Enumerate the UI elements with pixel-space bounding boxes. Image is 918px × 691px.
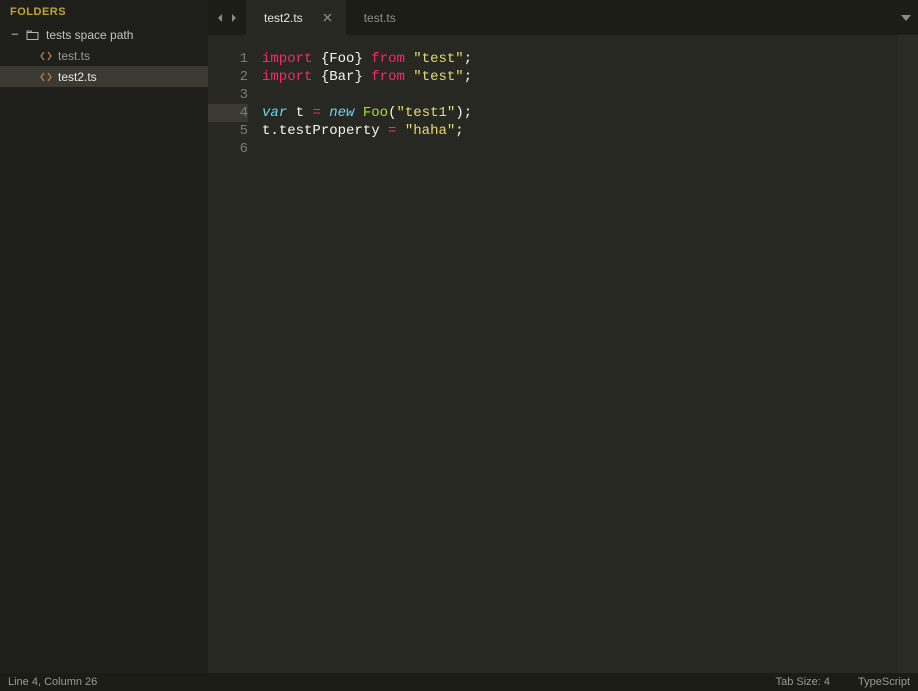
code-line[interactable]: import {Foo} from "test"; bbox=[262, 50, 918, 68]
file-label: test.ts bbox=[58, 49, 90, 63]
code-line[interactable]: t.testProperty = "haha"; bbox=[262, 122, 918, 140]
main-area: FOLDERS tests space path test.ts test2.t… bbox=[0, 0, 918, 673]
tab-history-nav bbox=[208, 0, 246, 35]
sidebar-header: FOLDERS bbox=[0, 0, 208, 24]
file-label: test2.ts bbox=[58, 70, 97, 84]
line-number[interactable]: 3 bbox=[208, 86, 248, 104]
sidebar-file-test[interactable]: test.ts bbox=[0, 45, 208, 66]
code-editor[interactable]: 1 2 3 4 5 6 import {Foo} from "test";imp… bbox=[208, 35, 918, 673]
code-line[interactable] bbox=[262, 140, 918, 158]
line-number[interactable]: 2 bbox=[208, 68, 248, 86]
sidebar-file-test2[interactable]: test2.ts bbox=[0, 66, 208, 87]
line-number[interactable]: 1 bbox=[208, 50, 248, 68]
code-file-icon bbox=[40, 51, 52, 61]
line-number[interactable]: 5 bbox=[208, 122, 248, 140]
status-language[interactable]: TypeScript bbox=[858, 676, 910, 688]
status-tab-size[interactable]: Tab Size: 4 bbox=[776, 676, 830, 688]
status-cursor[interactable]: Line 4, Column 26 bbox=[8, 676, 97, 688]
minimap[interactable] bbox=[898, 35, 918, 673]
tab-test[interactable]: test.ts bbox=[346, 0, 439, 35]
nav-back-icon[interactable] bbox=[216, 13, 224, 23]
tabs-menu-icon[interactable] bbox=[894, 0, 918, 35]
code-line[interactable]: var t = new Foo("test1"); bbox=[262, 104, 918, 122]
sidebar-folder[interactable]: tests space path bbox=[0, 24, 208, 45]
tabs-bar: test2.ts test.ts bbox=[208, 0, 918, 35]
chevron-down-icon[interactable] bbox=[10, 31, 20, 39]
code-file-icon bbox=[40, 72, 52, 82]
nav-forward-icon[interactable] bbox=[230, 13, 238, 23]
status-bar: Line 4, Column 26 Tab Size: 4 TypeScript bbox=[0, 673, 918, 691]
gutter: 1 2 3 4 5 6 bbox=[208, 50, 262, 673]
folder-label: tests space path bbox=[46, 28, 133, 42]
status-right: Tab Size: 4 TypeScript bbox=[776, 676, 910, 688]
line-number[interactable]: 6 bbox=[208, 140, 248, 158]
tab-label: test2.ts bbox=[264, 11, 303, 25]
code-body[interactable]: import {Foo} from "test";import {Bar} fr… bbox=[262, 50, 918, 673]
tab-test2[interactable]: test2.ts bbox=[246, 0, 346, 35]
line-number[interactable]: 4 bbox=[208, 104, 248, 122]
code-line[interactable] bbox=[262, 86, 918, 104]
code-line[interactable]: import {Bar} from "test"; bbox=[262, 68, 918, 86]
editor-area: test2.ts test.ts 1 2 3 4 5 bbox=[208, 0, 918, 673]
close-icon[interactable] bbox=[323, 13, 332, 22]
sidebar: FOLDERS tests space path test.ts test2.t… bbox=[0, 0, 208, 673]
tab-label: test.ts bbox=[364, 11, 396, 25]
folder-open-icon bbox=[26, 29, 40, 41]
